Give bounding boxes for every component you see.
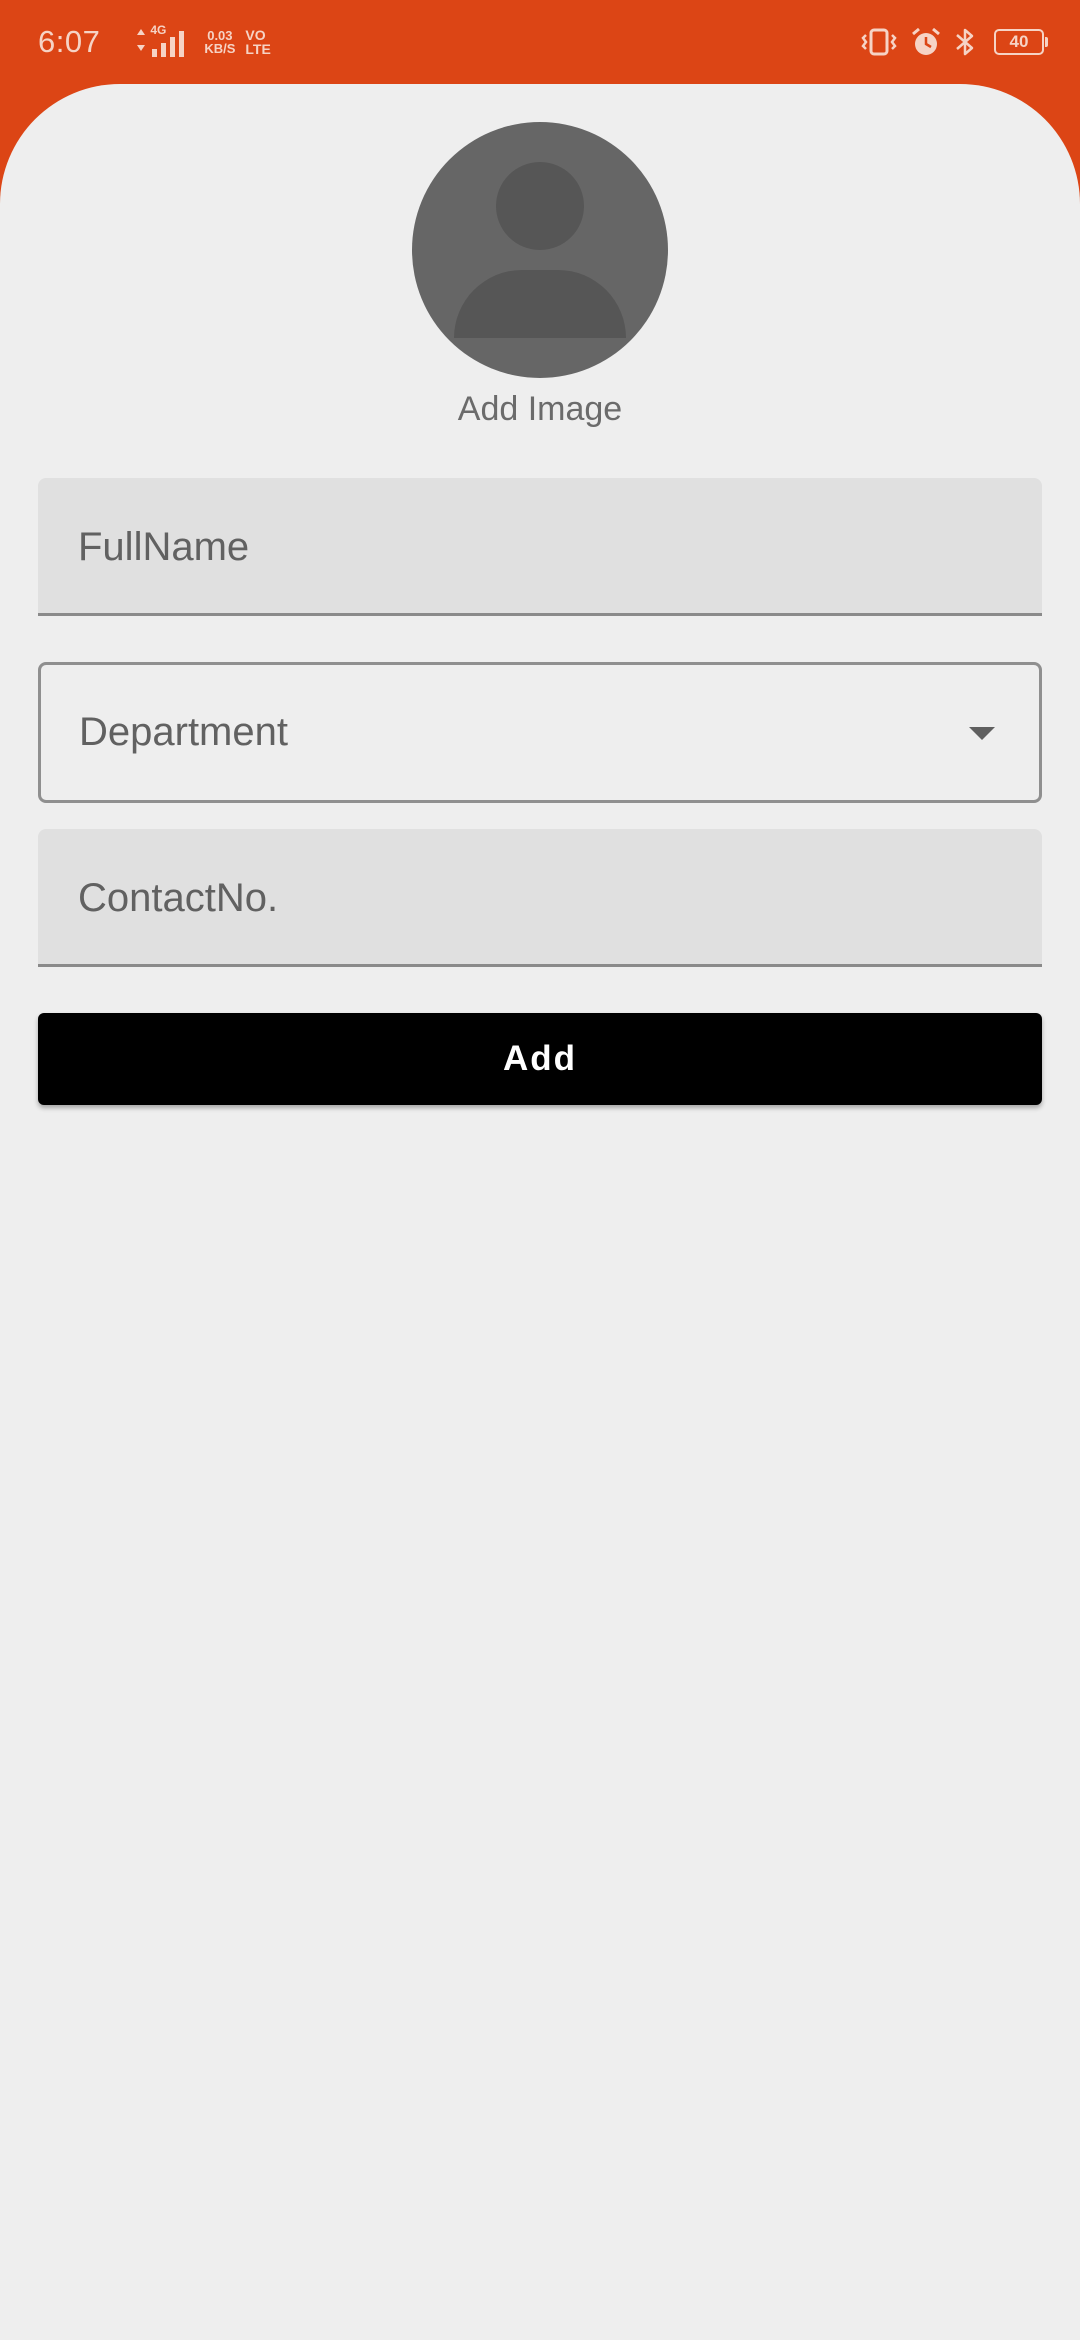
dropdown-arrow-icon [969,727,995,740]
network-speed: 0.03 KB/S [204,29,235,55]
volte-indicator: VO LTE [245,28,270,56]
status-bar: 6:07 4G 0.03 KB/S VO LTE 40 [0,0,1080,84]
battery-level: 40 [1009,32,1029,51]
signal-bars [152,31,185,57]
alarm-icon [912,27,940,55]
contact-placeholder: ContactNo. [78,876,279,920]
avatar-picker[interactable] [412,122,668,378]
contact-number-field[interactable]: ContactNo. [38,829,1042,967]
status-left-group: 6:07 4G 0.03 KB/S VO LTE [38,0,271,84]
vibrate-icon [861,28,897,56]
network-speed-unit: KB/S [204,41,236,56]
status-right-group: 40 [860,0,1048,84]
department-placeholder: Department [79,710,288,754]
add-image-button[interactable]: Add Image [0,390,1080,429]
avatar-body-shape [454,270,626,338]
add-button[interactable]: Add [38,1013,1042,1105]
status-time: 6:07 [38,24,101,59]
volte-top: VO [245,27,266,43]
volte-bottom: LTE [245,41,271,57]
fullname-placeholder: FullName [78,525,250,569]
form-sheet: Add Image FullName Department ContactNo.… [0,84,1080,2340]
bluetooth-icon [956,28,974,56]
department-dropdown[interactable]: Department [38,662,1042,803]
data-activity-icon [136,27,146,57]
cellular-signal-icon: 4G [148,23,192,57]
battery-icon: 40 [994,29,1048,55]
fullname-field[interactable]: FullName [38,478,1042,616]
avatar-head-shape [496,162,584,250]
